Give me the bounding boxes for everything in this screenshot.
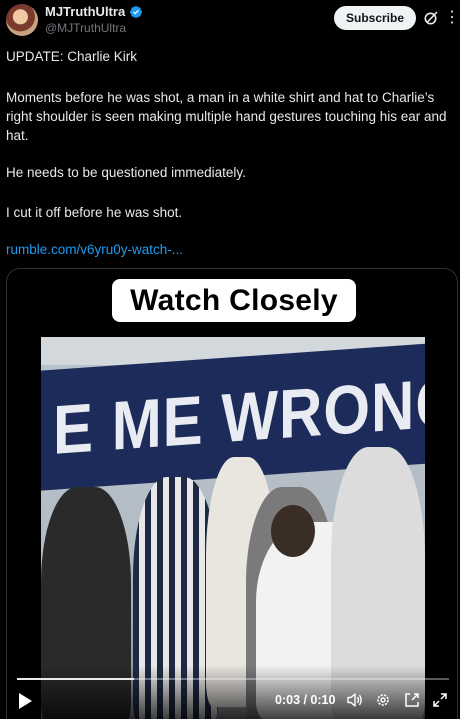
author-display-name[interactable]: MJTruthUltra <box>45 4 125 19</box>
play-icon[interactable] <box>18 693 32 709</box>
time-display: 0:03 / 0:10 <box>275 693 336 707</box>
more-icon[interactable]: ⋮ <box>444 8 460 28</box>
video-caption-box: Watch Closely <box>112 279 356 322</box>
tweet-line-question: He needs to be questioned immediately. <box>6 165 246 180</box>
progress-bar[interactable] <box>17 678 449 680</box>
tweet-line-update: UPDATE: Charlie Kirk <box>6 49 138 64</box>
verified-badge-icon <box>130 5 143 18</box>
tweet-line-description: Moments before he was shot, a man in a w… <box>6 90 447 143</box>
picture-in-picture-icon[interactable] <box>404 692 420 708</box>
author-handle[interactable]: @MJTruthUltra <box>45 21 126 35</box>
tweet-line-cut: I cut it off before he was shot. <box>6 205 183 220</box>
video-controls: 0:03 / 0:10 <box>7 665 457 719</box>
tweet-header: MJTruthUltra @MJTruthUltra Subscribe ⋮ <box>0 0 460 40</box>
crowd-person <box>271 505 315 557</box>
grok-icon[interactable] <box>423 10 439 26</box>
volume-icon[interactable] <box>347 692 363 708</box>
settings-gear-icon[interactable] <box>375 692 391 708</box>
progress-fill <box>17 678 134 680</box>
video-caption: Watch Closely <box>130 283 338 317</box>
video-player[interactable]: Watch Closely E ME WRONG 0:03 / 0:10 <box>6 268 458 719</box>
fullscreen-icon[interactable] <box>432 692 448 708</box>
author-name-row: MJTruthUltra <box>45 4 143 19</box>
video-frame[interactable]: E ME WRONG <box>41 337 425 719</box>
avatar[interactable] <box>6 4 38 36</box>
tweet-link[interactable]: rumble.com/v6yru0y-watch-... <box>6 240 183 259</box>
subscribe-button[interactable]: Subscribe <box>334 6 416 30</box>
